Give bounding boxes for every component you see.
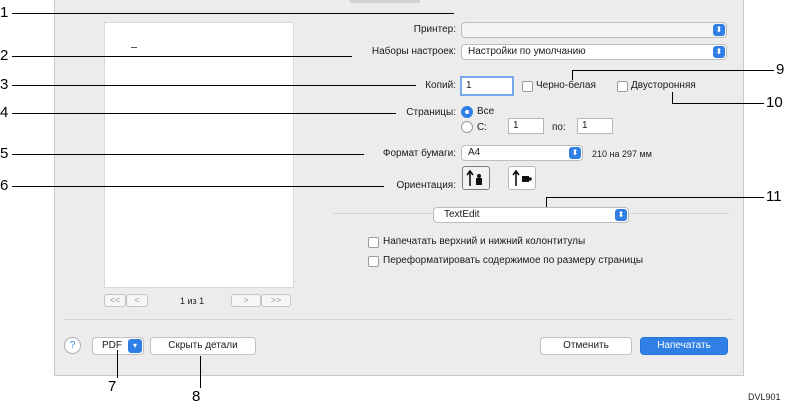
callout-7-line [117,350,118,378]
pages-all-radio[interactable] [461,106,473,118]
app-options-select[interactable]: TextEdit ⬍ [433,207,629,223]
callout-2: 2 [0,47,9,64]
duplex-checkbox[interactable] [617,81,628,92]
callout-11: 11 [766,188,782,205]
dialog-top-edge [350,0,420,3]
callout-5: 5 [0,145,9,162]
callout-10-leader [672,92,673,103]
callout-7: 7 [108,378,117,395]
callout-3-line [12,85,416,86]
portrait-orientation-button[interactable] [462,166,490,190]
callout-6: 6 [0,177,9,194]
page-preview [104,22,294,288]
header-footer-label: Напечатать верхний и нижний колонтитулы [383,236,586,247]
next-page-button[interactable]: > [231,294,261,307]
bw-label: Черно-белая [536,80,596,91]
landscape-orientation-icon [512,169,532,186]
page-indicator: 1 из 1 [180,296,205,306]
printer-label: Принтер: [413,24,456,35]
pdf-label: PDF [102,340,122,351]
chevron-updown-icon: ⬍ [713,24,725,36]
reformat-checkbox[interactable] [368,256,379,267]
copies-input[interactable]: 1 [460,76,514,96]
callout-11-line [546,197,764,198]
pages-from-input[interactable]: 1 [508,118,544,134]
app-options-value: TextEdit [444,209,480,220]
last-page-button[interactable]: >> [261,294,291,307]
paper-dimensions: 210 на 297 мм [592,149,652,159]
callout-1-line [12,13,454,14]
pages-from-label: С: [477,122,487,133]
chevron-updown-icon: ⬍ [569,147,581,159]
chevron-updown-icon: ⬍ [713,46,725,58]
presets-value: Настройки по умолчанию [468,46,586,57]
header-footer-checkbox[interactable] [368,237,379,248]
first-page-button[interactable]: << [104,294,126,307]
paper-size-select[interactable]: A4 ⬍ [461,145,583,161]
pages-range-radio[interactable] [461,121,473,133]
hide-details-button[interactable]: Скрыть детали [150,337,256,355]
print-button[interactable]: Напечатать [640,337,728,355]
bw-checkbox[interactable] [522,81,533,92]
pages-to-input[interactable]: 1 [577,118,613,134]
pdf-menu-button[interactable]: PDF ▾ [92,337,144,355]
callout-10: 10 [766,94,783,111]
callout-2-line [12,56,352,57]
previous-page-button[interactable]: < [126,294,148,307]
callout-9-leader [572,70,573,80]
presets-select[interactable]: Настройки по умолчанию ⬍ [461,44,727,60]
bottom-separator [64,319,734,320]
landscape-orientation-button[interactable] [508,166,536,190]
duplex-label: Двусторонняя [631,80,696,91]
paper-size-value: A4 [468,147,481,158]
callout-11-leader [546,197,547,207]
chevron-down-icon: ▾ [128,339,142,353]
callout-9-line [572,70,774,71]
preview-text-mark [131,47,137,48]
callout-3: 3 [0,76,9,93]
callout-9: 9 [776,61,785,78]
callout-8-line [200,356,201,388]
paper-size-label: Формат бумаги: [382,148,456,159]
help-button[interactable]: ? [64,337,81,354]
callout-10-line [672,103,764,104]
figure-code: DVL901 [748,392,781,402]
cancel-button[interactable]: Отменить [540,337,632,355]
printer-select[interactable]: ⬍ [461,22,727,38]
callout-1: 1 [0,4,9,21]
callout-4: 4 [0,104,9,121]
callout-6-line [12,186,384,187]
callout-8: 8 [192,388,201,405]
portrait-orientation-icon [466,169,482,186]
callout-5-line [12,154,364,155]
reformat-label: Переформатировать содержимое по размеру … [383,255,644,266]
pages-to-label: по: [552,122,566,133]
callout-4-line [12,113,396,114]
chevron-updown-icon: ⬍ [615,209,627,221]
pages-all-label: Все [477,106,495,117]
